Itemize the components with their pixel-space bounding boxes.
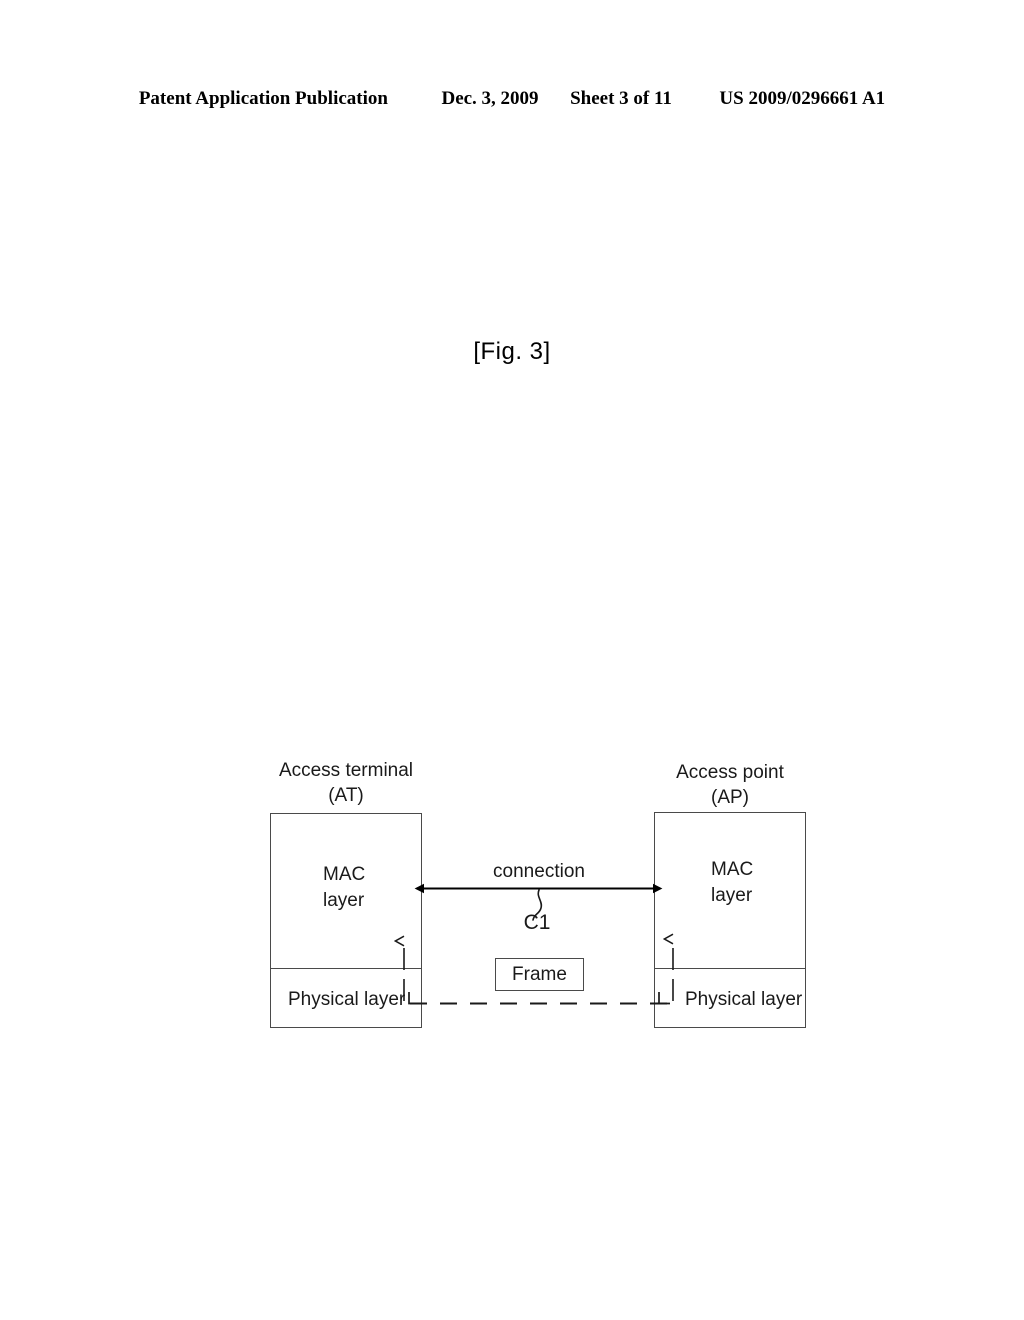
ap-mac-layer-line1: MAC (711, 859, 754, 880)
at-physical-layer-label: Physical layer (288, 989, 406, 1010)
ap-mac-layer-label: MAC layer (711, 857, 753, 909)
connection-reference-label: C1 (523, 911, 551, 934)
access-point-stack-box: MAC layer Physical layer (654, 812, 806, 1028)
access-point-title: Access point (AP) (630, 760, 830, 810)
at-mac-layer-line1: MAC (323, 864, 366, 885)
ap-layer-divider (655, 968, 805, 969)
connection-label: connection (493, 861, 585, 882)
diagram-line-overlay (0, 883, 674, 1005)
at-layer-divider (271, 968, 421, 969)
patent-figure-page: Patent Application Publication Dec. 3, 2… (0, 0, 1024, 1320)
at-mac-layer-label: MAC layer (323, 862, 365, 914)
ap-physical-layer-label: Physical layer (685, 989, 803, 1010)
diagram-canvas: Access terminal (AT) Access point (AP) M… (0, 0, 1024, 1320)
at-mac-layer-line2: layer (323, 890, 365, 912)
access-terminal-title: Access terminal (AT) (246, 758, 446, 808)
access-point-title-line2: (AP) (711, 787, 749, 809)
access-terminal-title-line2: (AT) (328, 785, 364, 807)
ap-mac-layer-line2: layer (711, 885, 753, 907)
access-point-title-line1: Access point (676, 762, 784, 783)
frame-label: Frame (512, 963, 567, 985)
access-terminal-stack-box: MAC layer Physical layer (270, 813, 422, 1028)
access-terminal-title-line1: Access terminal (278, 760, 414, 781)
frame-box: Frame (495, 958, 584, 991)
